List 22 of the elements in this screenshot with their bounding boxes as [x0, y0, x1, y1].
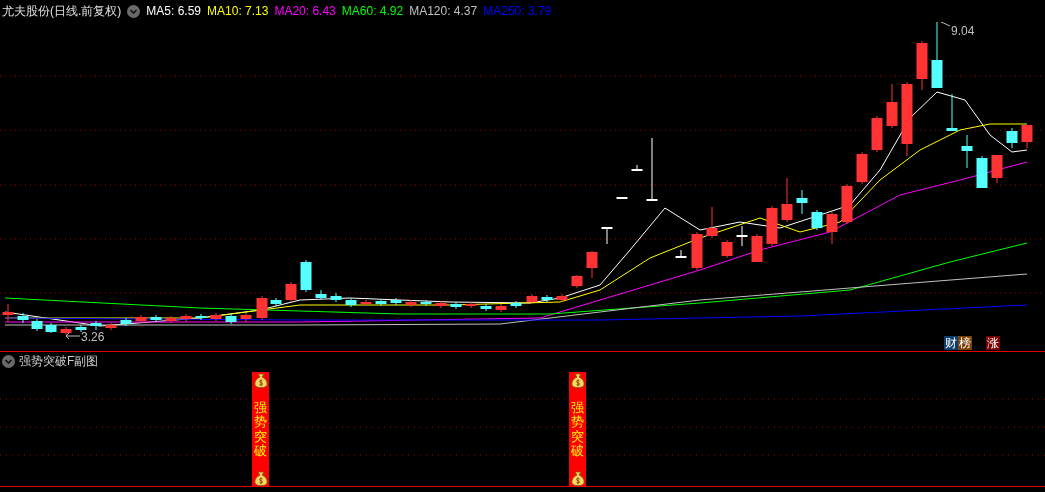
money-bag-icon [253, 471, 268, 486]
ma-value: MA60: 4.92 [341, 3, 404, 20]
arrow-icon [65, 332, 81, 340]
money-bag-icon [570, 471, 585, 486]
tag-badge[interactable]: 财 [944, 336, 958, 350]
tag-badge[interactable]: 涨 [986, 336, 1000, 350]
tag-badge[interactable]: 榜 [958, 336, 972, 350]
money-bag-icon [253, 373, 268, 388]
signal-text: 强势突破 [254, 400, 267, 459]
signal-text: 强势突破 [571, 400, 584, 459]
high-price-label: 9.04 [951, 23, 975, 40]
ma-value: MA250: 3.79 [483, 3, 552, 20]
ma-value: MA5: 6.59 [146, 3, 202, 20]
money-bag-icon [570, 373, 585, 388]
chevron-down-icon[interactable] [2, 354, 15, 368]
low-price-label: 3.26 [81, 329, 105, 346]
stock-title: 尤夫股份(日线.前复权) [2, 3, 122, 20]
chevron-down-icon[interactable] [127, 4, 141, 18]
ma-value: MA120: 4.37 [409, 3, 478, 20]
ma-value: MA20: 6.43 [274, 3, 336, 20]
panel-title: 强势突破F副图 [19, 353, 99, 370]
ma-value: MA10: 7.13 [207, 3, 269, 20]
